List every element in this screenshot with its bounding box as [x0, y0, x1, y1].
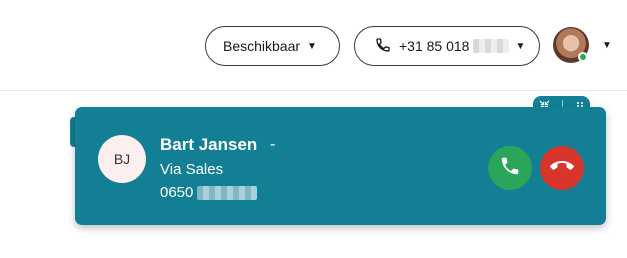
redacted-digits — [197, 185, 258, 200]
caller-number: 0650 — [160, 184, 258, 201]
decline-call-button[interactable] — [540, 146, 584, 190]
caller-name-separator: - — [270, 136, 276, 153]
caller-number-prefix: 0650 — [160, 184, 194, 201]
redacted-digits — [473, 39, 510, 53]
phone-icon — [375, 37, 391, 56]
call-queue-label: Via Sales — [160, 161, 224, 178]
caller-avatar: BJ — [98, 135, 146, 183]
online-status-dot — [578, 52, 588, 62]
chevron-down-icon: ▼ — [307, 40, 317, 52]
availability-dropdown[interactable]: Beschikbaar ▼ — [205, 26, 340, 66]
caller-name: Bart Jansen — [160, 135, 258, 154]
chevron-down-icon[interactable]: ▼ — [602, 40, 612, 51]
availability-label: Beschikbaar — [223, 38, 301, 54]
phone-hangup-icon — [550, 154, 574, 183]
phone-accept-icon — [499, 155, 521, 182]
accept-call-button[interactable] — [488, 146, 532, 190]
outbound-number-dropdown[interactable]: +31 85 018 ▼ — [354, 26, 540, 66]
outbound-number: +31 85 018 — [399, 38, 470, 54]
top-bar: Beschikbaar ▼ +31 85 018 ▼ ▼ — [0, 0, 627, 91]
chevron-down-icon: ▼ — [515, 40, 526, 52]
